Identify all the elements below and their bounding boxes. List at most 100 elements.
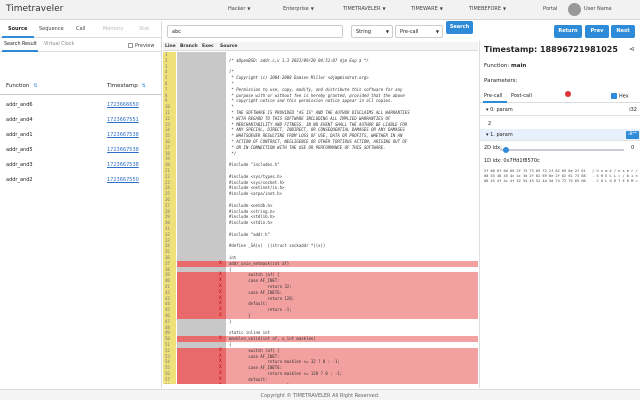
return-button[interactable]: Return	[554, 25, 582, 38]
avatar	[568, 3, 581, 16]
main-tabs: Source Sequence Call Memory Stat	[0, 21, 162, 38]
user-name: User Name	[584, 6, 612, 12]
call-select-value: Pre-call	[400, 29, 419, 35]
next-button[interactable]: Next	[611, 25, 635, 38]
timestamp-link[interactable]: 1723666650	[107, 102, 139, 108]
nav-label: Enterprise	[283, 6, 309, 12]
top-bar: Timetraveler Hacker ▼ Enterprise ▼ TIMETRA…	[0, 0, 640, 20]
active-call-tab-indicator	[483, 101, 507, 103]
preview-label: Preview	[135, 43, 155, 49]
hex-dump: 2f 68 6f 6d 65 2f 75 73 65 72 2f 62 69 6…	[484, 169, 640, 183]
slider-knob[interactable]	[503, 147, 509, 153]
table-row[interactable]: addr_and4 1723667551	[0, 113, 162, 128]
nav-timeware[interactable]: TIMEWARE ▼	[411, 6, 443, 12]
hex-toggle[interactable]: Hex	[611, 93, 629, 100]
param-1-name: ▾ 1. param	[486, 132, 513, 138]
search-toolbar: abc String ▼ Pre-call ▼ Search	[163, 21, 478, 41]
tab-source[interactable]: Source	[8, 26, 27, 32]
line-number: 58	[163, 382, 176, 384]
tab-post-call[interactable]: Post-call	[511, 91, 571, 99]
index-slider[interactable]	[500, 147, 624, 153]
active-subtab-indicator	[2, 50, 38, 52]
share-icon[interactable]: ⋖	[629, 45, 635, 53]
results-table-header: Function ⇅ Timestamp ⇅	[0, 78, 162, 95]
post-call-label: Post-call	[511, 93, 532, 99]
preview-toggle[interactable]: Preview	[128, 43, 154, 49]
address-label: 1D idx:	[484, 158, 502, 164]
nav-portal[interactable]: Portal	[543, 6, 557, 12]
tab-call[interactable]: Call	[76, 26, 85, 32]
search-button[interactable]: Search	[446, 21, 473, 34]
tab-memory[interactable]: Memory	[103, 26, 123, 32]
code-header: Line Branch Exec Source	[163, 42, 478, 51]
chevron-down-icon: ▼	[382, 6, 386, 11]
param-1-row[interactable]: ▾ 1. param i8**	[480, 129, 640, 141]
call-tabs: Pre-call Post-call Hex	[480, 91, 640, 103]
param-name-text: 1. param	[490, 132, 513, 138]
header-exec: Exec	[202, 44, 214, 49]
nav-label: TIMEBEFORE	[469, 6, 502, 12]
chevron-down-icon: ▼	[247, 6, 251, 11]
function-cell: addr_and4	[6, 117, 33, 123]
column-label: Timestamp	[107, 83, 138, 89]
source-code-view[interactable]: 1 2/* $OpenBSD: addr.c,v 1.3 2021/09/20 0…	[163, 52, 478, 384]
header-source: Source	[220, 44, 238, 49]
nav-enterprise[interactable]: Enterprise ▼	[283, 6, 314, 12]
chevron-down-icon: ▼	[385, 29, 389, 34]
active-tab-indicator	[2, 36, 34, 38]
chevron-down-icon: ▼	[503, 6, 507, 11]
sort-icon[interactable]: ⇅	[142, 83, 146, 89]
timestamp-link[interactable]: 1723667538	[107, 162, 139, 168]
param-1-type: i8**	[626, 131, 639, 139]
param-0-row[interactable]: ▾ 0. param i32	[480, 104, 640, 116]
hex-checkbox[interactable]	[611, 93, 617, 99]
header-branch: Branch	[180, 44, 198, 49]
table-row[interactable]: addr_and2 1723667550	[0, 173, 162, 188]
table-row[interactable]: addr_and5 1723667538	[0, 143, 162, 158]
address-value: 0x7ffd1f8570c	[503, 158, 540, 164]
column-timestamp[interactable]: Timestamp ⇅	[107, 83, 146, 89]
sort-icon[interactable]: ⇅	[33, 83, 37, 89]
coverage-gutter: X	[177, 382, 226, 384]
app-logo[interactable]: Timetraveler	[6, 4, 63, 14]
nav-timetraveler[interactable]: TIMETRAVELER ▼	[343, 6, 386, 12]
subtab-search-result[interactable]: Search Result	[4, 42, 37, 47]
timestamp-link[interactable]: 1723667538	[107, 147, 139, 153]
table-row[interactable]: addr_and6 1723666650	[0, 98, 162, 113]
chevron-down-icon: ▼	[439, 6, 443, 11]
not-executed-icon: X	[219, 383, 222, 384]
tab-stat[interactable]: Stat	[139, 26, 149, 32]
column-label: Function	[6, 83, 30, 89]
function-label: Function: main	[484, 63, 526, 69]
call-select[interactable]: Pre-call ▼	[395, 25, 443, 38]
function-cell: addr_and3	[6, 162, 33, 168]
table-row[interactable]: addr_and1 1723667538	[0, 128, 162, 143]
column-function[interactable]: Function ⇅	[6, 83, 38, 89]
source-text: return -1;	[226, 382, 478, 384]
nav-hacker[interactable]: Hacker ▼	[228, 6, 251, 12]
param-name-text: 0. param	[490, 107, 513, 113]
type-select[interactable]: String ▼	[351, 25, 393, 38]
type-select-value: String	[356, 29, 371, 35]
address-row: 1D idx: 0x7ffd1f8570c	[484, 158, 540, 164]
sub-tabs: Search Result Virtual Clock Preview	[0, 39, 162, 52]
parameters-label: Parameters:	[484, 78, 518, 84]
timestamp-link[interactable]: 1723667551	[107, 117, 139, 123]
param-0-type: i32	[629, 107, 637, 113]
footer: Copyright © TIMETRAVELER All Right Reser…	[0, 389, 640, 400]
search-input[interactable]: abc	[167, 25, 343, 38]
preview-checkbox[interactable]	[128, 43, 133, 48]
timestamp-link[interactable]: 1723667538	[107, 132, 139, 138]
timestamp-link[interactable]: 1723667550	[107, 177, 139, 183]
prev-button[interactable]: Prev	[585, 25, 609, 38]
table-row[interactable]: addr_and3 1723667538	[0, 158, 162, 173]
function-cell: addr_and2	[6, 177, 33, 183]
index-value[interactable]: 0	[631, 145, 634, 151]
subtab-virtual-clock[interactable]: Virtual Clock	[44, 42, 74, 47]
chevron-down-icon: ▼	[435, 29, 439, 34]
nav-timebefore[interactable]: TIMEBEFORE ▼	[469, 6, 506, 12]
function-cell: addr_and1	[6, 132, 33, 138]
tab-pre-call[interactable]: Pre-call	[484, 93, 502, 99]
tab-sequence[interactable]: Sequence	[39, 26, 64, 32]
header-line: Line	[165, 44, 176, 49]
